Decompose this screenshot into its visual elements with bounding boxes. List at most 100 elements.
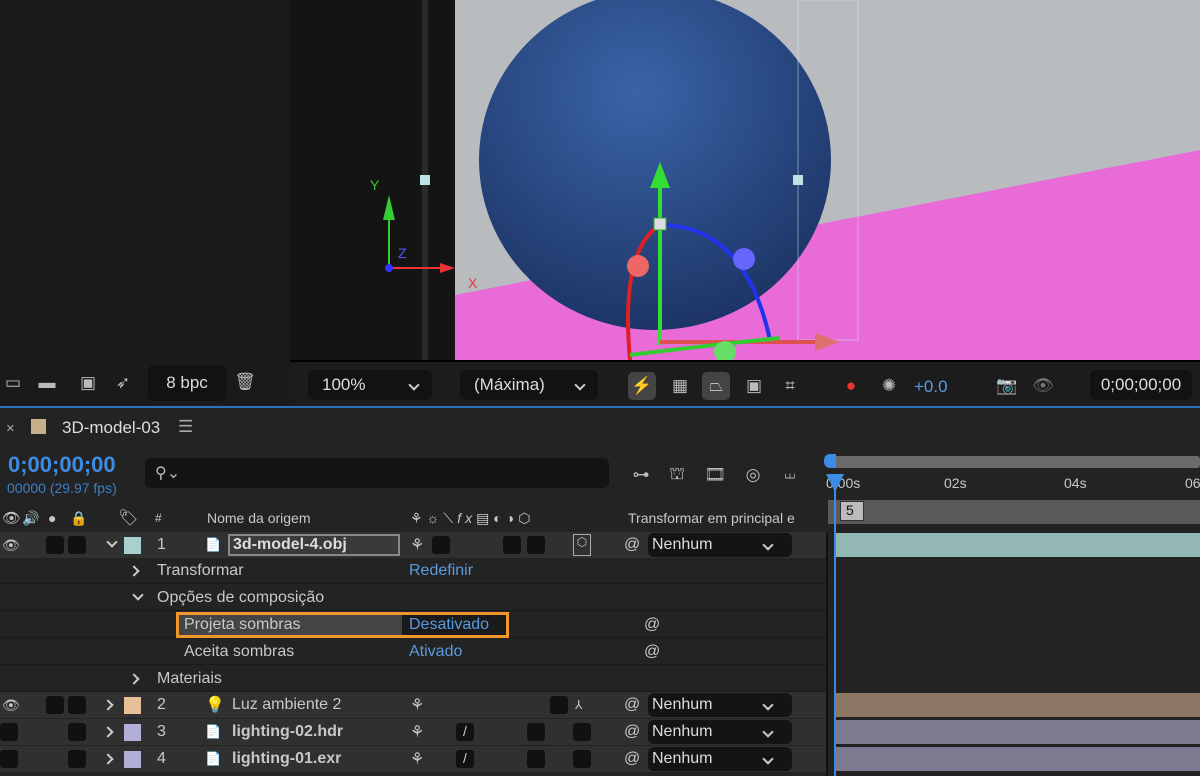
fast-preview-icon[interactable]: ⚡ [628, 372, 656, 400]
snapshot-camera-icon[interactable]: 📷 [994, 372, 1020, 400]
audio-icon[interactable]: 🔊 [22, 510, 39, 527]
adjustment-switch[interactable] [503, 536, 521, 554]
adjustment-switch[interactable] [527, 723, 545, 741]
lock-switch[interactable] [68, 750, 86, 768]
lock-switch[interactable] [68, 723, 86, 741]
zoom-dropdown[interactable]: 100% [308, 370, 432, 400]
exposure-value[interactable]: +0.0 [914, 377, 948, 397]
eye-icon[interactable]: 👁 [2, 537, 20, 554]
pickwhip-icon[interactable]: @ [644, 643, 660, 661]
expand-chevron-icon[interactable] [102, 699, 113, 710]
pickwhip-icon[interactable]: @ [624, 723, 640, 741]
layer-name[interactable]: Luz ambiente 2 [232, 696, 341, 714]
3d-switch[interactable] [573, 723, 591, 741]
parent-column-header[interactable]: Transformar em principal e [628, 510, 795, 526]
expand-chevron-icon[interactable] [102, 753, 113, 764]
graph-editor-icon[interactable]: ⏙ [776, 463, 804, 487]
render-icon[interactable]: ➶ [112, 372, 134, 394]
work-area-start-handle[interactable] [824, 454, 836, 468]
property-materials[interactable]: Materiais [0, 666, 826, 692]
eye-switch[interactable] [0, 723, 18, 741]
interpret-footage-icon[interactable]: ▭ [2, 372, 24, 394]
pickwhip-icon[interactable]: @ [624, 750, 640, 768]
parent-dropdown[interactable]: Nenhum [648, 720, 792, 744]
folder-icon[interactable]: ▬ [36, 372, 58, 394]
casts-shadows-value[interactable]: Desativado [409, 616, 489, 634]
pickwhip-icon[interactable]: @ [644, 616, 660, 634]
expand-chevron-icon[interactable] [102, 726, 113, 737]
viewer-timecode[interactable]: 0;00;00;00 [1090, 370, 1192, 400]
number-column-header[interactable]: # [155, 511, 162, 525]
layer-bar-4[interactable] [836, 747, 1200, 771]
quality-switch[interactable]: / [456, 723, 474, 741]
lock-switch[interactable] [68, 696, 86, 714]
eye-icon[interactable]: 👁 [2, 697, 20, 714]
collapse-chevron-icon[interactable] [132, 589, 143, 600]
layer-name[interactable]: lighting-01.exr [232, 750, 341, 768]
label-tag-icon[interactable]: 🏷 [118, 508, 138, 528]
expand-chevron-icon[interactable] [128, 565, 139, 576]
solo-icon[interactable]: ● [48, 510, 56, 526]
transparency-grid-icon[interactable]: ▦ [666, 372, 694, 400]
close-tab-icon[interactable]: × [6, 420, 15, 437]
comp-marker[interactable]: 5 [840, 501, 864, 521]
composition-flowchart-icon[interactable]: ⊶ [628, 463, 654, 487]
quality-switch[interactable]: / [456, 750, 474, 768]
3d-layer-icon[interactable]: ⬡ [573, 534, 591, 556]
region-of-interest-icon[interactable]: ▣ [740, 372, 768, 400]
exposure-reset-icon[interactable]: ✺ [876, 372, 902, 400]
trash-icon[interactable]: 🗑 [234, 371, 256, 393]
layer-row-3[interactable]: 3 📄 lighting-02.hdr ⚘ / @ Nenhum [0, 719, 826, 745]
property-transform[interactable]: Transformar Redefinir [0, 558, 826, 584]
playhead-line[interactable] [834, 488, 836, 776]
bit-depth-button[interactable]: 8 bpc [148, 365, 226, 401]
motion-blur-icon[interactable]: ◎ [740, 463, 766, 487]
resolution-dropdown[interactable]: (Máxima) [460, 370, 598, 400]
parent-dropdown[interactable]: Nenhum [648, 693, 792, 717]
layer-row-1[interactable]: 👁 1 📄 3d-model-4.obj ⚘ ⬡ @ Nenhum [0, 532, 826, 558]
show-snapshot-icon[interactable]: 👁 [1030, 372, 1056, 400]
shy-switch-icon[interactable]: ⚘ [410, 695, 424, 715]
frame-blending-icon[interactable]: 🎞 [702, 463, 728, 487]
label-color[interactable] [124, 724, 141, 741]
reset-transform-link[interactable]: Redefinir [409, 562, 473, 580]
solo-switch[interactable] [46, 696, 64, 714]
property-composition-options[interactable]: Opções de composição [0, 585, 826, 611]
layer-name-field[interactable]: 3d-model-4.obj [228, 534, 400, 556]
current-time-display[interactable]: 0;00;00;00 [8, 452, 116, 478]
adjustment-switch[interactable] [527, 750, 545, 768]
property-casts-shadows[interactable]: Projeta sombras Desativado @ [0, 612, 826, 638]
collapse-switch[interactable] [432, 536, 450, 554]
lock-icon[interactable]: 🔒 [70, 510, 87, 527]
tab-title[interactable]: 3D-model-03 [62, 418, 160, 438]
solo-switch[interactable] [46, 536, 64, 554]
pickwhip-icon[interactable]: @ [624, 696, 640, 714]
grid-guides-icon[interactable]: ⌗ [776, 372, 804, 400]
pickwhip-icon[interactable]: @ [624, 536, 640, 554]
layer-bar-1[interactable] [836, 533, 1200, 557]
3d-switch[interactable] [527, 536, 545, 554]
source-name-column-header[interactable]: Nome da origem [207, 510, 311, 526]
panel-menu-icon[interactable]: ☰ [178, 417, 193, 437]
channels-icon[interactable]: ● [838, 372, 864, 400]
label-color[interactable] [124, 751, 141, 768]
layer-row-2[interactable]: 👁 2 💡 Luz ambiente 2 ⚘ ⅄ @ Nenhum [0, 692, 826, 718]
work-area-bar[interactable] [828, 456, 1200, 468]
layer-name[interactable]: lighting-02.hdr [232, 723, 343, 741]
parent-dropdown[interactable]: Nenhum [648, 533, 792, 557]
accepts-shadows-value[interactable]: Ativado [409, 643, 462, 661]
layer-row-4[interactable]: 4 📄 lighting-01.exr ⚘ / @ Nenhum [0, 746, 826, 772]
expand-chevron-icon[interactable] [128, 673, 139, 684]
expand-chevron-icon[interactable] [106, 536, 117, 547]
eye-switch[interactable] [0, 750, 18, 768]
shy-switch-icon[interactable]: ⚘ [410, 722, 424, 742]
label-color[interactable] [124, 697, 141, 714]
composition-viewer[interactable]: Y Z X [290, 0, 1200, 360]
property-accepts-shadows[interactable]: Aceita sombras Ativado @ [0, 639, 826, 665]
mask-visibility-icon[interactable]: ⏢ [702, 372, 730, 400]
lock-switch[interactable] [68, 536, 86, 554]
new-composition-icon[interactable]: ▣ [76, 372, 100, 394]
shy-layers-icon[interactable]: ⛫ [664, 463, 690, 487]
layer-bar-2[interactable] [836, 693, 1200, 717]
shy-switch-icon[interactable]: ⚘ [410, 749, 424, 769]
